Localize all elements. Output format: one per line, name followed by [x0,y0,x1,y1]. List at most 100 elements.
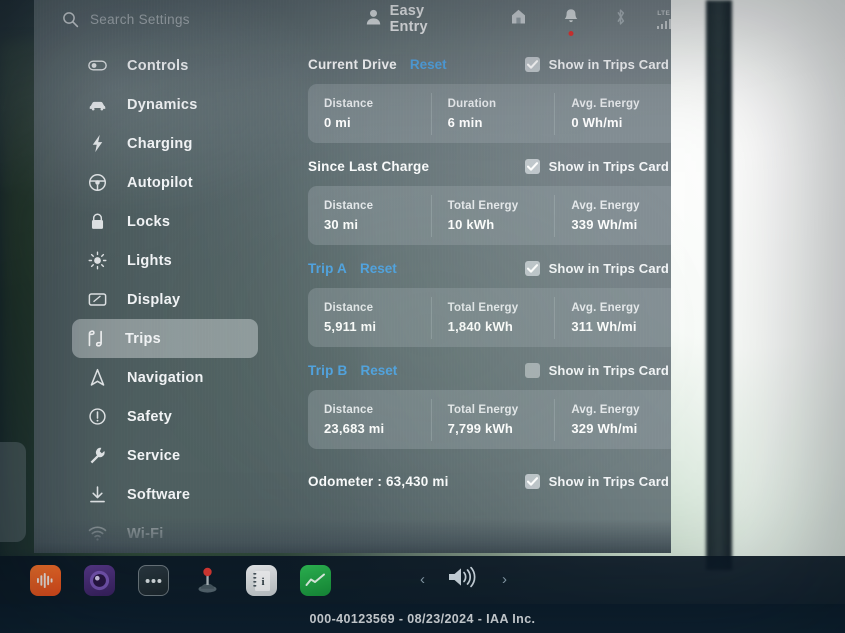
odometer-row: Odometer : 63,430 mi Show in Trips Card [274,469,671,493]
show-in-trips-card-toggle[interactable]: Show in Trips Card [524,473,669,489]
home-button[interactable] [510,8,527,30]
easy-entry-profile-button[interactable]: Easy Entry [366,3,454,35]
checkbox-checked-icon[interactable] [524,473,540,489]
show-in-trips-card-toggle[interactable]: Show in Trips Card [524,260,669,276]
reset-button[interactable]: Reset [360,363,397,378]
alert-circle-icon [88,407,107,426]
stat-key: Duration [447,97,497,110]
stat-cell: Distance 0 mi [308,93,431,135]
checkbox-checked-icon[interactable] [524,158,540,174]
joystick-app[interactable] [192,565,223,596]
trips-content: Current Drive Reset Show in Trips Card Dist… [274,52,671,552]
stat-key: Distance [324,403,374,416]
show-in-trips-card-label: Show in Trips Card [548,362,669,378]
sidebar-item-label: Display [127,291,181,308]
stat-key: Avg. Energy [571,199,640,212]
show-in-trips-card-toggle[interactable]: Show in Trips Card [524,362,669,378]
stat-cell: Total Energy 1,840 kWh [430,296,555,339]
reset-button[interactable]: Reset [360,261,397,276]
section-title[interactable]: Trip A [308,261,347,276]
section-title: Current Drive [308,56,397,72]
checkbox-checked-icon[interactable] [524,260,540,276]
sidebar-item-label: Wi-Fi [127,525,164,542]
trip-section: Current Drive Reset Show in Trips Card Dist… [274,52,671,143]
show-in-trips-card-toggle[interactable]: Show in Trips Card [524,158,669,174]
sidebar-item-wi-fi[interactable]: Wi-Fi [74,514,258,553]
section-header: Trip B Reset Show in Trips Card [274,358,671,382]
settings-panel: Easy Entry [34,0,671,553]
sidebar-item-controls[interactable]: Controls [74,46,258,85]
settings-sidebar: Controls Dynamics Charging Autopilot Locks Li… [34,46,274,553]
energy-graph-icon [305,573,325,586]
sidebar-item-locks[interactable]: Locks [74,202,258,241]
notifications-button[interactable] [563,8,579,36]
stat-value: 329 Wh/mi [571,420,638,436]
show-in-trips-card-label: Show in Trips Card [548,260,669,276]
sidebar-item-autopilot[interactable]: Autopilot [74,163,258,202]
trip-section: Trip A Reset Show in Trips Card Distance 5,9… [274,256,671,347]
notification-badge-dot [568,31,573,36]
sidebar-item-software[interactable]: Software [74,475,258,514]
odometer-text: Odometer : 63,430 mi [308,473,449,489]
stat-cell: Avg. Energy 329 Wh/mi [554,398,671,441]
sidebar-item-service[interactable]: Service [74,436,258,475]
sidebar-item-charging[interactable]: Charging [74,124,258,163]
brightness-icon [88,251,107,270]
bluetooth-button[interactable] [614,8,627,31]
bluetooth-icon [614,8,627,31]
sidebar-item-navigation[interactable]: Navigation [74,358,258,397]
trips-card-peek[interactable] [0,442,26,542]
stat-key: Distance [324,97,374,110]
cellular-signal-indicator: LTE [656,10,671,29]
camera-app[interactable] [84,565,115,596]
toybox-app[interactable] [138,565,169,596]
toggle-icon [88,56,107,75]
section-header: Current Drive Reset Show in Trips Card [274,52,671,76]
stat-cell: Avg. Energy 311 Wh/mi [554,296,671,339]
search-icon [62,11,79,28]
display-icon [88,290,107,309]
signal-bars-icon [656,18,671,29]
sidebar-item-label: Controls [127,57,189,74]
sidebar-item-label: Safety [127,408,173,425]
three-dots-icon [145,578,162,583]
sidebar-item-display[interactable]: Display [74,280,258,319]
stat-value: 5,911 mi [324,318,377,334]
audio-waveform-icon [37,573,53,588]
stat-key: Avg. Energy [571,403,640,416]
sidebar-item-label: Autopilot [127,174,193,191]
chevron-right-icon[interactable]: › [502,571,507,588]
section-title[interactable]: Trip B [308,363,347,378]
stats-card: Distance 23,683 mi Total Energy 7,799 kWh Av… [308,390,671,449]
reset-button[interactable]: Reset [410,57,447,72]
stat-key: Distance [324,199,374,212]
sidebar-item-label: Trips [125,330,161,347]
show-in-trips-card-label: Show in Trips Card [548,56,669,72]
sidebar-item-dynamics[interactable]: Dynamics [74,85,258,124]
search-box[interactable] [62,11,350,28]
sidebar-item-trips[interactable]: Trips [72,319,258,358]
sidebar-item-label: Locks [127,213,171,230]
checkbox-checked-icon[interactable] [524,56,540,72]
padlock-icon [88,212,107,231]
stat-value: 23,683 mi [324,420,385,436]
checkbox-unchecked-icon[interactable] [524,362,540,378]
manual-app[interactable]: i [246,565,277,596]
chevron-left-icon[interactable]: ‹ [420,571,425,588]
energy-app[interactable] [300,565,331,596]
stat-key: Avg. Energy [571,301,640,314]
stat-key: Total Energy [447,301,519,314]
stat-cell: Distance 30 mi [308,195,431,237]
sidebar-item-safety[interactable]: Safety [74,397,258,436]
show-in-trips-card-toggle[interactable]: Show in Trips Card [524,56,669,72]
dashcam-camera-icon [89,570,110,591]
navigation-arrow-icon [88,368,107,387]
audio-app[interactable] [30,565,61,596]
stat-key: Total Energy [447,403,519,416]
wifi-icon [88,524,107,543]
sidebar-item-lights[interactable]: Lights [74,241,258,280]
search-input[interactable] [90,11,330,27]
speaker-icon[interactable] [447,566,480,593]
stat-cell: Avg. Energy 0 Wh/mi [554,92,671,135]
home-icon [510,8,527,30]
